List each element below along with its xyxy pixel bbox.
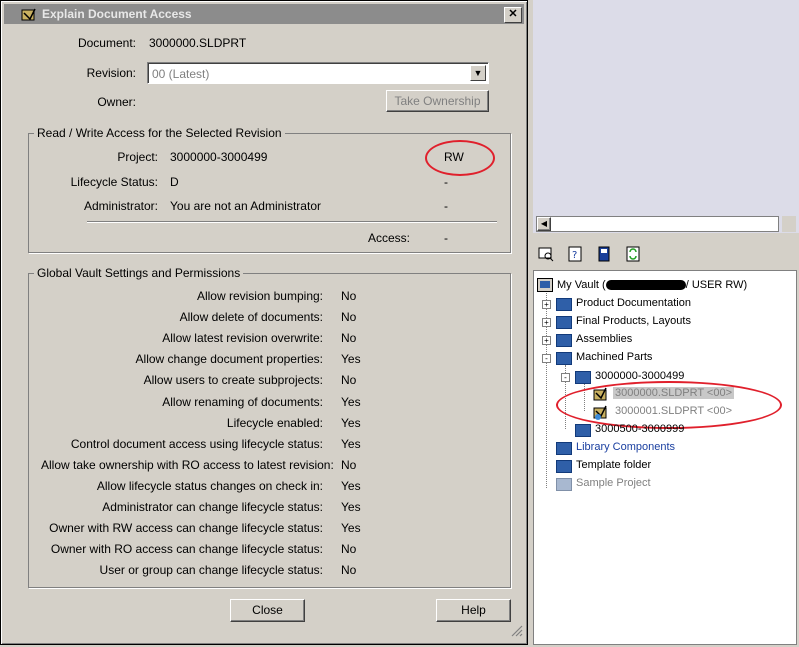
document-value: 3000000.SLDPRT — [149, 36, 247, 50]
folder-icon — [556, 442, 572, 455]
folder-icon — [556, 298, 572, 311]
setting-label: Owner with RO access can change lifecycl… — [50, 542, 323, 557]
folder-icon — [556, 352, 572, 365]
dialog-title: Explain Document Access — [42, 7, 192, 21]
setting-label: Lifecycle enabled: — [226, 415, 323, 430]
tree-item-library-components[interactable]: Library Components — [576, 441, 675, 453]
folder-icon — [556, 316, 572, 329]
tree-expander[interactable]: - — [561, 373, 570, 382]
project-label: Project: — [117, 150, 158, 164]
setting-value: No — [341, 289, 357, 303]
setting-label: User or group can change lifecycle statu… — [99, 563, 323, 578]
chevron-down-icon[interactable]: ▼ — [470, 65, 486, 81]
setting-label: Allow renaming of documents: — [162, 394, 323, 409]
document-label: Document: — [77, 36, 136, 50]
setting-value: No — [341, 563, 357, 578]
tree-item-template-folder[interactable]: Template folder — [576, 459, 651, 471]
explain-access-dialog: Explain Document Access ✕ Document: 3000… — [0, 0, 528, 645]
project-value: 3000000-3000499 — [170, 150, 268, 164]
setting-label: Allow users to create subprojects: — [143, 373, 323, 388]
scroll-left-icon[interactable]: ◀ — [537, 217, 551, 231]
folder-icon — [556, 478, 572, 491]
close-button[interactable]: Close — [230, 599, 305, 622]
vault-icon — [537, 278, 553, 292]
revision-select-value: 00 (Latest) — [152, 67, 210, 81]
setting-value: Yes — [341, 352, 361, 367]
annotation-circle — [425, 140, 495, 176]
setting-label: Administrator can change lifecycle statu… — [102, 500, 323, 514]
folder-icon — [575, 424, 591, 437]
divider — [87, 221, 497, 223]
access-label: Access: — [367, 231, 410, 245]
help-icon[interactable]: ? — [567, 246, 583, 262]
tree-root-prefix: My Vault ( — [557, 279, 606, 291]
folder-icon — [556, 460, 572, 473]
revision-label: Revision: — [86, 66, 136, 80]
folder-icon — [556, 334, 572, 347]
annotation-circle — [556, 381, 782, 429]
setting-label: Allow take ownership with RO access to l… — [41, 457, 334, 472]
setting-value: Yes — [341, 521, 361, 536]
access-value: - — [444, 231, 448, 245]
resize-grip-icon[interactable] — [509, 623, 523, 637]
setting-value: Yes — [341, 478, 361, 493]
tree-root[interactable]: My Vault ( / USER RW) — [557, 279, 747, 291]
tree-expander[interactable]: + — [542, 300, 551, 309]
view-icon[interactable] — [538, 246, 554, 262]
revision-select[interactable]: 00 (Latest) ▼ — [147, 62, 489, 84]
setting-value: Yes — [341, 394, 361, 409]
owner-label: Owner: — [97, 95, 136, 109]
setting-value: No — [341, 331, 357, 346]
horizontal-scrollbar[interactable] — [536, 216, 779, 232]
administrator-value: You are not an Administrator — [170, 199, 321, 213]
rw-access-group-title: Read / Write Access for the Selected Rev… — [34, 126, 285, 140]
tree-item[interactable]: Final Products, Layouts — [576, 315, 691, 327]
setting-label: Control document access using lifecycle … — [70, 436, 323, 451]
tree-item[interactable]: Assemblies — [576, 333, 632, 345]
tree-item[interactable]: Machined Parts — [576, 351, 652, 363]
preview-pane — [533, 0, 799, 233]
setting-label: Allow latest revision overwrite: — [162, 331, 323, 346]
setting-value: No — [341, 310, 357, 325]
setting-value: Yes — [341, 415, 361, 430]
setting-label: Allow revision bumping: — [196, 289, 323, 303]
tree-item-subproject[interactable]: 3000500-3000999 — [595, 423, 684, 435]
setting-value: No — [341, 373, 357, 388]
tree-expander[interactable]: - — [542, 354, 551, 363]
close-icon[interactable]: ✕ — [504, 7, 522, 23]
lifecycle-status-label: Lifecycle Status: — [70, 175, 158, 189]
lifecycle-status-value: D — [170, 175, 179, 189]
help-button[interactable]: Help — [436, 599, 511, 622]
dialog-titlebar[interactable]: Explain Document Access ✕ — [4, 4, 524, 24]
svg-text:?: ? — [572, 250, 577, 261]
setting-value: Yes — [341, 436, 361, 451]
administrator-access: - — [444, 199, 448, 213]
folder-icon — [575, 371, 591, 384]
tree-expander[interactable]: + — [542, 336, 551, 345]
scroll-corner — [782, 216, 796, 232]
lifecycle-status-access: - — [444, 175, 448, 189]
setting-label: Allow lifecycle status changes on check … — [96, 478, 323, 493]
setting-value: No — [341, 542, 357, 557]
refresh-icon[interactable] — [625, 246, 641, 262]
vault-toolbar: ? — [533, 238, 799, 268]
setting-label: Allow delete of documents: — [179, 310, 323, 325]
tree-expander[interactable]: + — [542, 318, 551, 327]
global-settings-group-title: Global Vault Settings and Permissions — [34, 266, 244, 280]
setting-label: Owner with RW access can change lifecycl… — [49, 521, 323, 536]
setting-value: Yes — [341, 500, 361, 514]
vault-app-icon — [21, 8, 36, 21]
card-icon[interactable] — [596, 246, 612, 262]
tree-item-sample-project[interactable]: Sample Project — [576, 477, 651, 489]
administrator-label: Administrator: — [83, 199, 158, 213]
redacted-username — [605, 280, 686, 291]
tree-root-suffix: / USER RW) — [685, 279, 748, 291]
setting-label: Allow change document properties: — [135, 352, 323, 367]
tree-item[interactable]: Product Documentation — [576, 297, 691, 309]
vault-tree[interactable]: My Vault ( / USER RW) + Product Documentat… — [533, 270, 797, 645]
setting-value: No — [341, 457, 357, 472]
take-ownership-button[interactable]: Take Ownership — [386, 90, 489, 112]
